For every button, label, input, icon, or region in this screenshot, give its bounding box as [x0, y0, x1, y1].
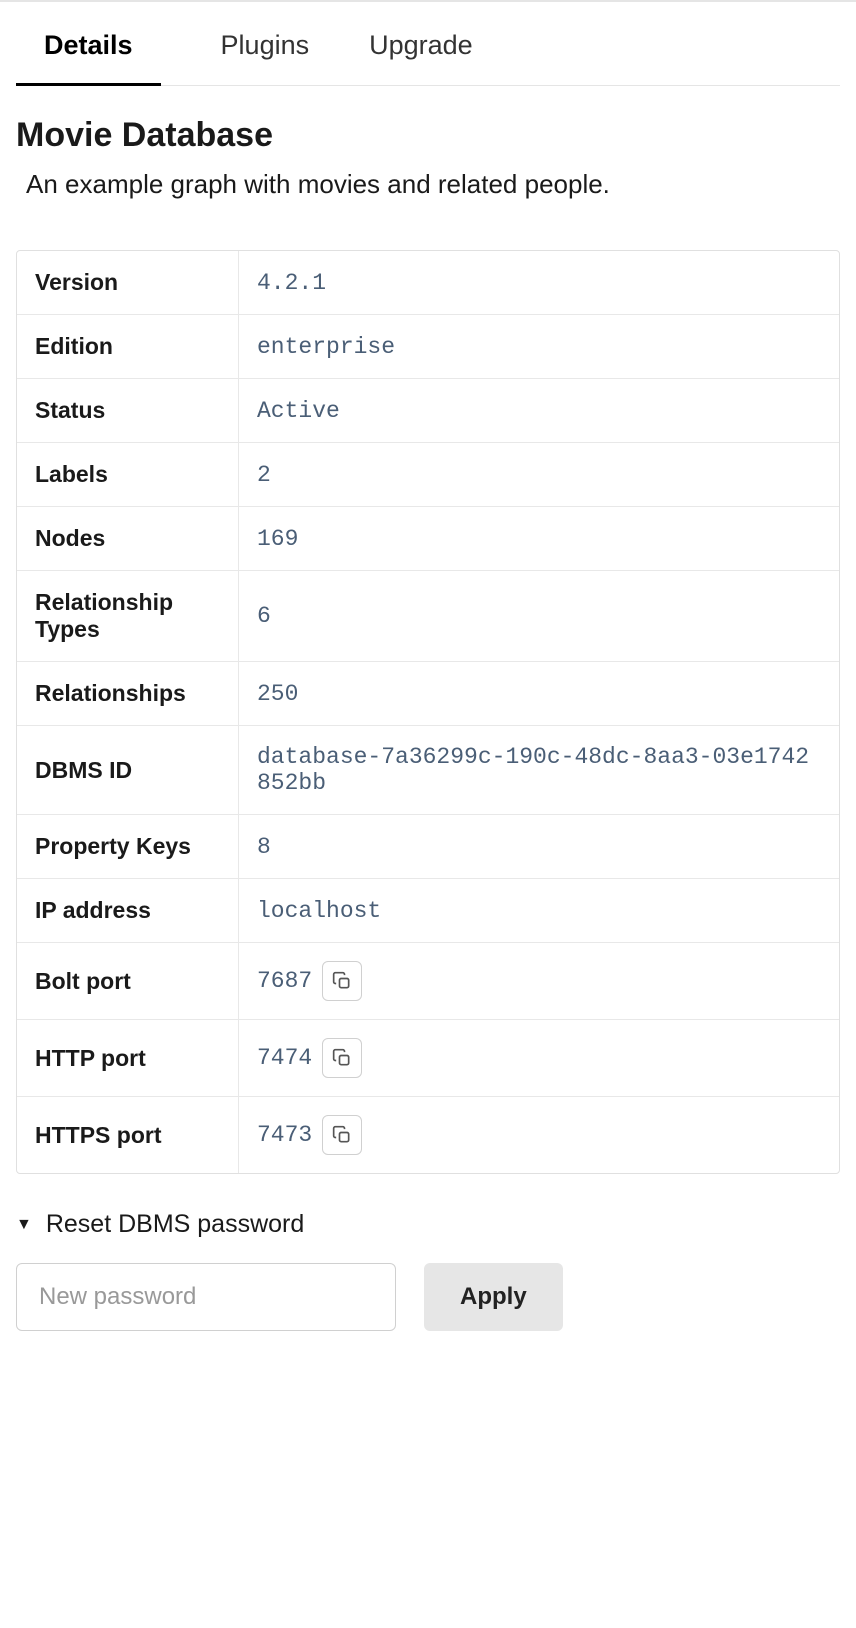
apply-button[interactable]: Apply — [424, 1263, 563, 1331]
copy-https-port-button[interactable] — [322, 1115, 362, 1155]
copy-icon — [332, 1048, 352, 1068]
row-value-version: 4.2.1 — [239, 251, 839, 314]
row-label-ip-address: IP address — [17, 879, 239, 942]
table-row: HTTPS port 7473 — [17, 1097, 839, 1173]
page-title: Movie Database — [16, 116, 840, 155]
row-value-bolt-port: 7687 — [239, 943, 839, 1019]
row-value-dbms-id: database-7a36299c-190c-48dc-8aa3-03e1742… — [239, 726, 839, 814]
row-value-https-port: 7473 — [239, 1097, 839, 1173]
row-value-ip-address: localhost — [239, 879, 839, 942]
table-row: Version 4.2.1 — [17, 251, 839, 315]
table-row: Nodes 169 — [17, 507, 839, 571]
tabs: Details Plugins Upgrade — [16, 2, 840, 86]
table-row: Edition enterprise — [17, 315, 839, 379]
table-row: HTTP port 7474 — [17, 1020, 839, 1097]
row-value-edition: enterprise — [239, 315, 839, 378]
row-label-relationships: Relationships — [17, 662, 239, 725]
copy-bolt-port-button[interactable] — [322, 961, 362, 1001]
row-label-property-keys: Property Keys — [17, 815, 239, 878]
row-label-nodes: Nodes — [17, 507, 239, 570]
tab-upgrade[interactable]: Upgrade — [369, 30, 473, 85]
row-label-relationship-types: Relationship Types — [17, 571, 239, 661]
row-label-https-port: HTTPS port — [17, 1097, 239, 1173]
copy-icon — [332, 971, 352, 991]
row-value-property-keys: 8 — [239, 815, 839, 878]
table-row: IP address localhost — [17, 879, 839, 943]
table-row: Bolt port 7687 — [17, 943, 839, 1020]
page-description: An example graph with movies and related… — [26, 169, 840, 200]
row-value-relationship-types: 6 — [239, 571, 839, 661]
reset-password-section: ▼ Reset DBMS password Apply — [16, 1210, 840, 1331]
tab-plugins[interactable]: Plugins — [221, 30, 310, 85]
row-label-bolt-port: Bolt port — [17, 943, 239, 1019]
row-label-dbms-id: DBMS ID — [17, 726, 239, 814]
copy-icon — [332, 1125, 352, 1145]
table-row: Labels 2 — [17, 443, 839, 507]
row-value-labels: 2 — [239, 443, 839, 506]
reset-password-form: Apply — [16, 1263, 840, 1331]
row-value-status: Active — [239, 379, 839, 442]
table-row: Status Active — [17, 379, 839, 443]
reset-password-toggle[interactable]: ▼ Reset DBMS password — [16, 1210, 840, 1239]
row-label-http-port: HTTP port — [17, 1020, 239, 1096]
reset-password-label: Reset DBMS password — [46, 1210, 304, 1239]
row-value-relationships: 250 — [239, 662, 839, 725]
tab-details[interactable]: Details — [16, 30, 161, 86]
caret-down-icon: ▼ — [16, 1216, 32, 1234]
row-label-edition: Edition — [17, 315, 239, 378]
table-row: Relationship Types 6 — [17, 571, 839, 662]
row-value-nodes: 169 — [239, 507, 839, 570]
new-password-input[interactable] — [16, 1263, 396, 1331]
table-row: Relationships 250 — [17, 662, 839, 726]
row-label-version: Version — [17, 251, 239, 314]
row-label-labels: Labels — [17, 443, 239, 506]
table-row: DBMS ID database-7a36299c-190c-48dc-8aa3… — [17, 726, 839, 815]
copy-http-port-button[interactable] — [322, 1038, 362, 1078]
row-value-http-port: 7474 — [239, 1020, 839, 1096]
row-label-status: Status — [17, 379, 239, 442]
details-table: Version 4.2.1 Edition enterprise Status … — [16, 250, 840, 1174]
table-row: Property Keys 8 — [17, 815, 839, 879]
